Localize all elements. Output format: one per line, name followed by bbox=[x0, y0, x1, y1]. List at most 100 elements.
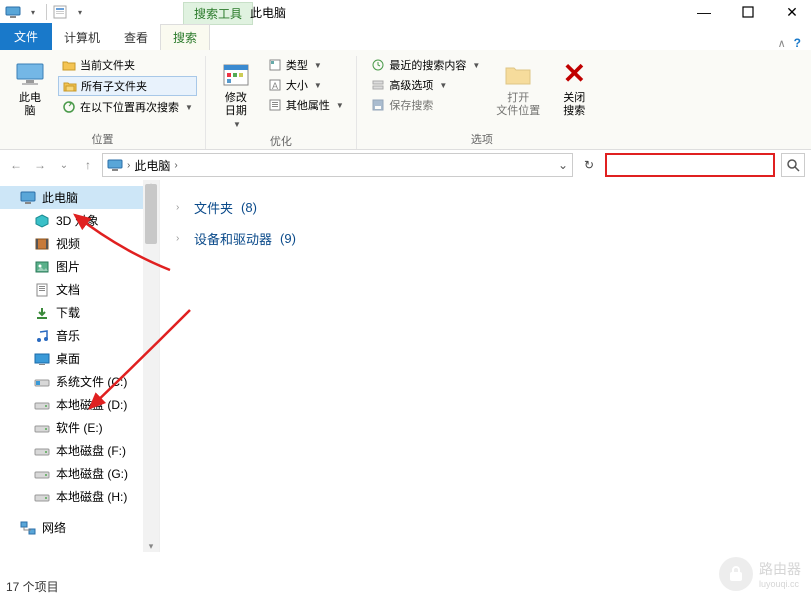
watermark-text: 路由器 bbox=[759, 559, 801, 579]
desktop-icon bbox=[34, 351, 50, 367]
tree-item-label: 系统文件 (C:) bbox=[56, 373, 127, 390]
chevron-down-icon: ▼ bbox=[472, 61, 480, 70]
nav-recent-dropdown[interactable]: ⌄ bbox=[54, 155, 74, 175]
tree-item[interactable]: 系统文件 (C:) bbox=[0, 370, 159, 393]
tab-file[interactable]: 文件 bbox=[0, 23, 52, 50]
tree-item[interactable]: 桌面 bbox=[0, 347, 159, 370]
tree-item[interactable]: 视频 bbox=[0, 232, 159, 255]
tree-item[interactable]: 网络 bbox=[0, 516, 159, 539]
svg-text:A: A bbox=[272, 81, 278, 91]
tree-item[interactable]: 软件 (E:) bbox=[0, 416, 159, 439]
modify-date-button[interactable]: 修改 日期 ▼ bbox=[214, 56, 258, 131]
size-filter[interactable]: A 大小 ▼ bbox=[264, 76, 348, 94]
main-pane: › 文件夹 (8) › 设备和驱动器 (9) bbox=[160, 180, 811, 552]
watermark: 路由器 luyouqi.cc bbox=[719, 557, 801, 591]
folder-open-icon bbox=[502, 58, 534, 90]
ribbon-collapse-icon[interactable]: ∧ bbox=[778, 37, 786, 50]
tree-scrollbar[interactable]: ▴ ▾ bbox=[143, 180, 159, 552]
advanced-icon bbox=[371, 78, 385, 92]
status-bar: 17 个项目 bbox=[6, 578, 59, 595]
drive-icon bbox=[34, 466, 50, 482]
tree-item[interactable]: 本地磁盘 (D:) bbox=[0, 393, 159, 416]
close-search-label: 关闭 搜索 bbox=[563, 92, 585, 118]
devices-label: 设备和驱动器 bbox=[194, 229, 272, 248]
network-icon bbox=[20, 520, 36, 536]
chevron-right-icon[interactable]: › bbox=[127, 160, 130, 171]
size-label: 大小 bbox=[286, 77, 308, 93]
music-icon bbox=[34, 328, 50, 344]
advanced-options[interactable]: 高级选项 ▼ bbox=[367, 76, 484, 94]
tree-item[interactable]: 下载 bbox=[0, 301, 159, 324]
all-subfolders-option[interactable]: 所有子文件夹 bbox=[58, 76, 197, 96]
tab-search[interactable]: 搜索 bbox=[160, 24, 210, 50]
tree-item[interactable]: 文档 bbox=[0, 278, 159, 301]
save-search-label: 保存搜索 bbox=[389, 97, 433, 113]
properties-icon[interactable] bbox=[51, 3, 69, 21]
tree-item[interactable]: 本地磁盘 (F:) bbox=[0, 439, 159, 462]
qat-dropdown2-icon[interactable]: ▾ bbox=[71, 3, 89, 21]
close-search-button[interactable]: ✕ 关闭 搜索 bbox=[552, 56, 596, 120]
tree-item[interactable]: 本地磁盘 (G:) bbox=[0, 462, 159, 485]
minimize-button[interactable]: — bbox=[691, 2, 717, 22]
group-options-label: 选项 bbox=[471, 129, 493, 149]
type-filter[interactable]: 类型 ▼ bbox=[264, 56, 348, 74]
tree-item-label: 本地磁盘 (F:) bbox=[56, 442, 126, 459]
scroll-down-icon[interactable]: ▾ bbox=[143, 541, 159, 552]
other-props-filter[interactable]: 其他属性 ▼ bbox=[264, 96, 348, 114]
tree-item-label: 本地磁盘 (H:) bbox=[56, 488, 127, 505]
tree-item-label: 网络 bbox=[42, 519, 66, 536]
chevron-down-icon: ▼ bbox=[336, 101, 344, 110]
refresh-button[interactable]: ↻ bbox=[577, 153, 601, 177]
search-again-option[interactable]: 在以下位置再次搜索 ▼ bbox=[58, 98, 197, 116]
group-optimize-label: 优化 bbox=[270, 131, 292, 151]
save-search[interactable]: 保存搜索 bbox=[367, 96, 484, 114]
tree-item-label: 图片 bbox=[56, 258, 80, 275]
maximize-button[interactable] bbox=[735, 2, 761, 22]
type-icon bbox=[268, 58, 282, 72]
window-title: 此电脑 bbox=[250, 4, 286, 21]
devices-count: (9) bbox=[280, 231, 296, 246]
tree-item-label: 下载 bbox=[56, 304, 80, 321]
current-folder-option[interactable]: 当前文件夹 bbox=[58, 56, 197, 74]
scroll-thumb[interactable] bbox=[145, 184, 157, 244]
devices-section-header[interactable]: › 设备和驱动器 (9) bbox=[176, 223, 795, 254]
chevron-right-icon[interactable]: › bbox=[174, 160, 177, 171]
address-bar[interactable]: › 此电脑 › ⌄ bbox=[102, 153, 573, 177]
this-pc-scope-button[interactable]: 此电 脑 bbox=[8, 56, 52, 120]
close-button[interactable]: ✕ bbox=[779, 2, 805, 22]
close-x-icon: ✕ bbox=[558, 58, 590, 90]
tab-computer[interactable]: 计算机 bbox=[52, 25, 112, 50]
recent-searches[interactable]: 最近的搜索内容 ▼ bbox=[367, 56, 484, 74]
help-icon[interactable]: ? bbox=[794, 36, 801, 50]
search-input[interactable] bbox=[605, 153, 775, 177]
video-icon bbox=[34, 236, 50, 252]
address-dropdown-icon[interactable]: ⌄ bbox=[558, 158, 568, 172]
folders-section-header[interactable]: › 文件夹 (8) bbox=[176, 192, 795, 223]
tab-view[interactable]: 查看 bbox=[112, 25, 160, 50]
nav-forward-button[interactable]: → bbox=[30, 155, 50, 175]
tree-item-label: 本地磁盘 (G:) bbox=[56, 465, 128, 482]
tree-item-label: 桌面 bbox=[56, 350, 80, 367]
tree-item[interactable]: 图片 bbox=[0, 255, 159, 278]
nav-up-button[interactable]: ↑ bbox=[78, 155, 98, 175]
drive-icon bbox=[34, 397, 50, 413]
watermark-sub: luyouqi.cc bbox=[759, 579, 801, 589]
tree-item-label: 音乐 bbox=[56, 327, 80, 344]
modify-date-label: 修改 日期 bbox=[225, 92, 247, 118]
other-props-label: 其他属性 bbox=[286, 97, 330, 113]
nav-back-button[interactable]: ← bbox=[6, 155, 26, 175]
navigation-tree[interactable]: 此电脑3D 对象视频图片文档下载音乐桌面系统文件 (C:) 本地磁盘 (D:)软件… bbox=[0, 180, 160, 552]
search-again-label: 在以下位置再次搜索 bbox=[80, 99, 179, 115]
chevron-down-icon: ▼ bbox=[439, 81, 447, 90]
qat-dropdown-icon[interactable]: ▾ bbox=[24, 3, 42, 21]
tree-item-label: 视频 bbox=[56, 235, 80, 252]
tree-item[interactable]: 音乐 bbox=[0, 324, 159, 347]
folders-label: 文件夹 bbox=[194, 198, 233, 217]
open-file-location-button[interactable]: 打开 文件位置 bbox=[490, 56, 546, 120]
tree-item[interactable]: 3D 对象 bbox=[0, 209, 159, 232]
search-button[interactable] bbox=[781, 153, 805, 177]
tree-item[interactable]: 此电脑 bbox=[0, 186, 159, 209]
chevron-down-icon: ▼ bbox=[233, 120, 241, 129]
breadcrumb-root[interactable]: 此电脑 bbox=[134, 157, 170, 174]
tree-item[interactable]: 本地磁盘 (H:) bbox=[0, 485, 159, 508]
